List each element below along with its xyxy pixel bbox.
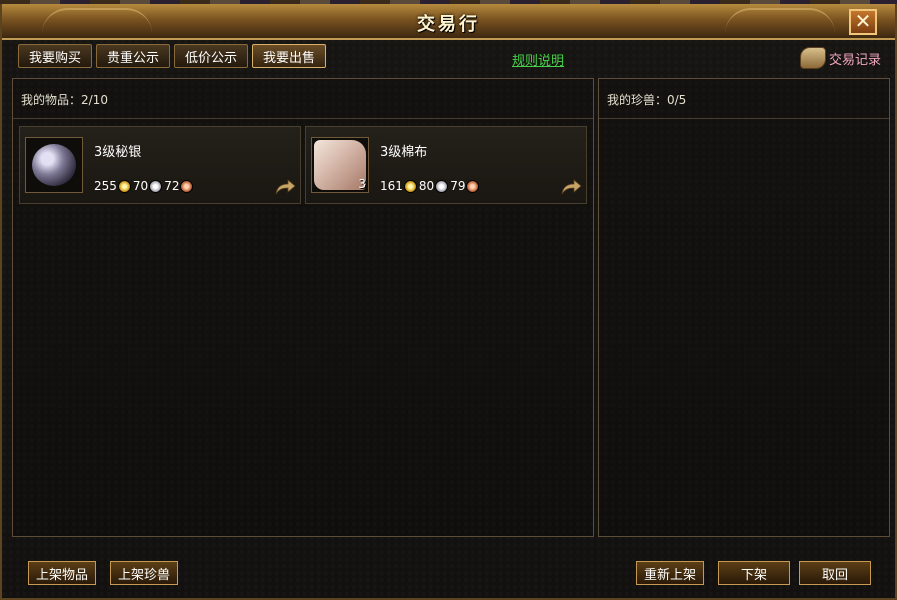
arrow-icon[interactable]: [560, 179, 582, 195]
close-icon[interactable]: ✕: [849, 9, 877, 35]
item-price: 161 80 79: [380, 179, 481, 193]
item-name: 3级棉布: [380, 145, 428, 160]
tab-buy[interactable]: 我要购买: [18, 44, 93, 68]
rules-link[interactable]: 规则说明: [512, 50, 564, 69]
price-copper: 72: [164, 179, 180, 193]
trade-record-label: 交易记录: [828, 52, 881, 68]
price-copper: 79: [450, 179, 466, 193]
item-name: 3级秘银: [94, 145, 142, 160]
trade-record-button[interactable]: 交易记录: [799, 47, 881, 69]
list-pet-button[interactable]: 上架珍兽: [110, 561, 179, 585]
item-icon-mithril: [25, 137, 83, 193]
mithril-ore-icon: [32, 144, 76, 186]
delist-button[interactable]: 下架: [718, 561, 790, 585]
tab-sell[interactable]: 我要出售: [252, 44, 327, 68]
trade-window: 交易行 ✕ 我要购买 贵重公示 低价公示 我要出售 规则说明 交易记录 我的物品…: [0, 4, 897, 600]
silver-coin-icon: [435, 179, 449, 193]
my-items-panel: 我的物品：2/10 3级秘银 255 70 72 3 3级棉布 161 80 7…: [12, 78, 594, 537]
retrieve-button[interactable]: 取回: [799, 561, 871, 585]
price-silver: 80: [418, 179, 435, 193]
gold-coin-icon: [403, 179, 417, 193]
price-gold: 161: [380, 179, 403, 193]
my-items-title: 我的物品：2/10: [13, 79, 593, 119]
arrow-icon[interactable]: [274, 179, 296, 195]
copper-coin-icon: [180, 179, 194, 193]
tab-valuable-notice[interactable]: 贵重公示: [96, 44, 171, 68]
list-item-button[interactable]: 上架物品: [28, 561, 97, 585]
price-gold: 255: [94, 179, 117, 193]
scroll-icon: [799, 47, 826, 69]
copper-coin-icon: [466, 179, 480, 193]
gold-coin-icon: [117, 179, 131, 193]
tab-lowprice-notice[interactable]: 低价公示: [174, 44, 249, 68]
silver-coin-icon: [149, 179, 163, 193]
relist-button[interactable]: 重新上架: [636, 561, 705, 585]
my-pets-title: 我的珍兽：0/5: [599, 79, 889, 119]
title-bar: 交易行 ✕: [2, 4, 895, 40]
item-icon-cotton: 3: [311, 137, 369, 193]
item-card[interactable]: 3 3级棉布 161 80 79: [305, 126, 587, 204]
item-count: 3: [358, 177, 366, 191]
my-pets-panel: 我的珍兽：0/5: [598, 78, 890, 537]
item-card[interactable]: 3级秘银 255 70 72: [19, 126, 301, 204]
tab-bar: 我要购买 贵重公示 低价公示 我要出售: [18, 44, 327, 70]
window-title: 交易行: [417, 14, 480, 35]
price-silver: 70: [132, 179, 149, 193]
item-price: 255 70 72: [94, 179, 195, 193]
